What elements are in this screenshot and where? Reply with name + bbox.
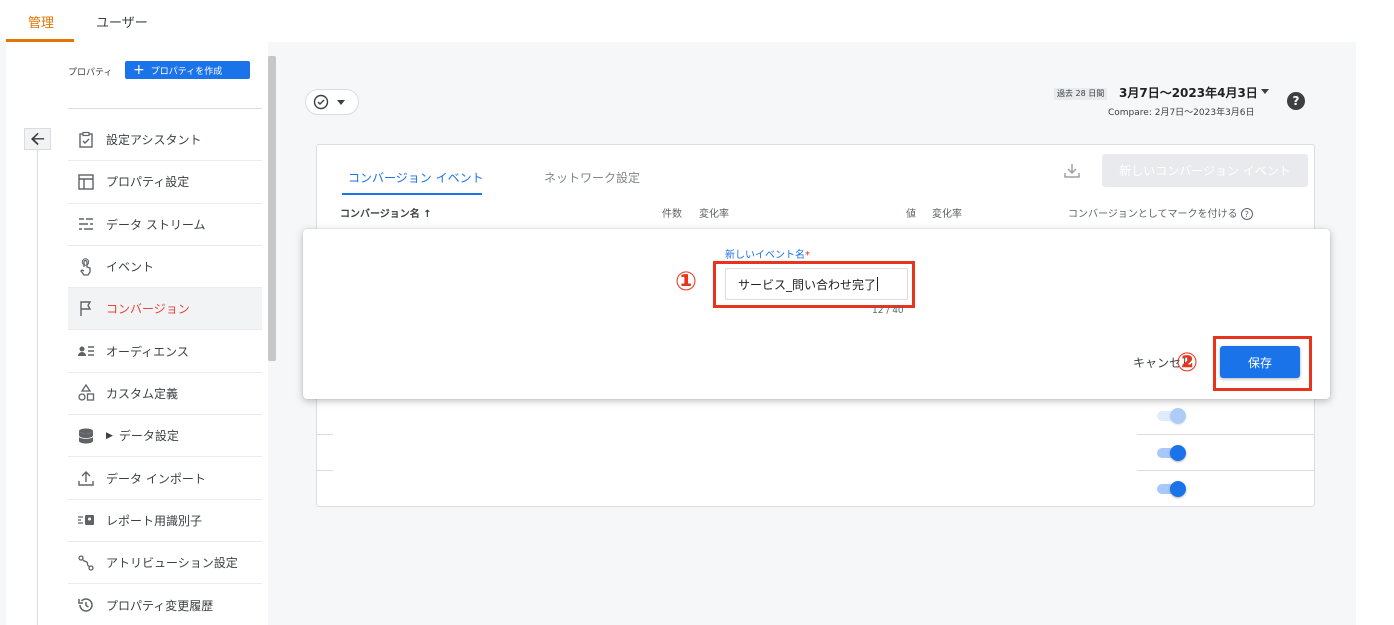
date-range-selector[interactable]: 3月7日～2023年4月3日 xyxy=(1119,84,1258,101)
identity-icon xyxy=(74,511,98,529)
sidebar-item-label: コンバージョン xyxy=(106,302,190,317)
sidebar-item-setup-assistant[interactable]: 設定アシスタント xyxy=(68,119,262,162)
download-icon[interactable] xyxy=(1062,161,1082,181)
conversion-toggle[interactable] xyxy=(1155,408,1187,424)
streams-icon xyxy=(74,215,98,233)
highlight-box-input xyxy=(713,261,915,308)
column-header-mark-as-conversion: コンバージョンとしてマークを付ける ? xyxy=(1068,205,1253,220)
field-label-text: 新しいイベント名 xyxy=(725,250,805,261)
sidebar-item-custom-definitions[interactable]: カスタム定義 xyxy=(68,373,262,416)
sidebar-item-conversions[interactable]: コンバージョン xyxy=(68,288,262,331)
tab-conversion-events[interactable]: コンバージョン イベント xyxy=(348,169,484,186)
sidebar-item-label: データ ストリーム xyxy=(106,217,206,232)
column-header-name[interactable]: コンバージョン名 ↑ xyxy=(340,205,432,220)
sidebar-item-data-import[interactable]: データ インポート xyxy=(68,457,262,500)
row-divider xyxy=(317,434,333,435)
audience-icon xyxy=(74,342,98,360)
conversion-toggle[interactable] xyxy=(1155,481,1187,497)
sidebar-item-change-history[interactable]: プロパティ変更履歴 xyxy=(68,584,262,625)
row-divider xyxy=(1137,434,1315,435)
property-label: プロパティ xyxy=(68,68,113,78)
character-counter: 12 / 40 xyxy=(872,306,904,316)
event-name-field-label: 新しいイベント名* xyxy=(725,246,810,261)
tab-users[interactable]: ユーザー xyxy=(96,12,148,31)
sidebar-item-label: 設定アシスタント xyxy=(106,133,202,148)
sidebar-item-events[interactable]: イベント xyxy=(68,246,262,289)
top-tab-bar: 管理 ユーザー xyxy=(0,0,1394,42)
sidebar-item-label: レポート用識別子 xyxy=(106,513,203,528)
question-icon[interactable]: ? xyxy=(1240,208,1253,220)
step-1-marker: ① xyxy=(675,267,698,297)
required-mark: * xyxy=(805,250,810,261)
flag-icon xyxy=(74,300,98,318)
tab-network-settings[interactable]: ネットワーク設定 xyxy=(544,169,640,186)
sidebar-item-label: プロパティ変更履歴 xyxy=(106,598,214,613)
layout-icon xyxy=(74,173,98,191)
new-conversion-event-button[interactable]: 新しいコンバージョン イベント xyxy=(1102,154,1308,187)
tab-admin[interactable]: 管理 xyxy=(28,12,54,31)
caret-right-icon[interactable]: ▶ xyxy=(106,431,113,441)
attribution-icon xyxy=(74,554,98,572)
highlight-box-save xyxy=(1213,336,1312,391)
plus-icon: + xyxy=(133,62,145,78)
sidebar-item-label: データ インポート xyxy=(106,471,206,486)
column-header-count[interactable]: 件数 xyxy=(662,205,682,220)
row-divider xyxy=(317,470,333,471)
sidebar-item-attribution-settings[interactable]: アトリビューション設定 xyxy=(68,542,262,585)
step-2-marker: ② xyxy=(1176,348,1199,378)
check-circle-icon xyxy=(313,94,329,110)
chevron-down-icon xyxy=(337,99,345,105)
sidebar-item-label: オーディエンス xyxy=(106,344,189,359)
nav-divider xyxy=(68,108,262,109)
clipboard-check-icon xyxy=(74,131,98,149)
comparison-filter-chip[interactable] xyxy=(305,89,359,115)
create-property-label: プロパティを作成 xyxy=(150,66,223,77)
back-button[interactable] xyxy=(24,128,51,150)
sidebar-item-data-streams[interactable]: データ ストリーム xyxy=(68,204,262,246)
help-icon[interactable]: ? xyxy=(1287,92,1305,110)
touch-icon xyxy=(74,257,98,276)
row-divider xyxy=(1137,470,1315,471)
create-property-button[interactable]: + プロパティを作成 xyxy=(125,61,250,79)
date-period-badge: 過去 28 日間 xyxy=(1054,88,1108,100)
sidebar-item-property-settings[interactable]: プロパティ設定 xyxy=(68,161,262,204)
sidebar-item-audiences[interactable]: オーディエンス xyxy=(68,330,262,373)
column-header-change[interactable]: 変化率 xyxy=(699,205,729,220)
sidebar-item-label: プロパティ設定 xyxy=(106,175,190,190)
nav-list: 設定アシスタント プロパティ設定 データ ストリーム イベント コンバージョン … xyxy=(68,119,262,625)
conversion-toggle[interactable] xyxy=(1155,445,1187,461)
sidebar-item-reporting-identity[interactable]: レポート用識別子 xyxy=(68,500,262,542)
column-header-value-change[interactable]: 変化率 xyxy=(932,205,962,220)
sidebar-item-label: イベント xyxy=(106,260,155,275)
mark-as-conversion-label: コンバージョンとしてマークを付ける xyxy=(1068,209,1238,220)
compare-range-text: Compare: 2月7日～2023年3月6日 xyxy=(1108,108,1255,118)
date-dropdown-icon[interactable] xyxy=(1261,89,1269,94)
nav-scrollbar[interactable] xyxy=(268,56,276,361)
arrow-left-icon xyxy=(30,132,44,146)
sidebar-item-data-settings[interactable]: ▶ データ設定 xyxy=(68,415,262,458)
column-header-value[interactable]: 値 xyxy=(906,205,916,220)
shapes-icon xyxy=(74,384,98,402)
sidebar-item-label: データ設定 xyxy=(118,429,179,444)
sidebar-item-label: アトリビューション設定 xyxy=(106,556,238,571)
history-icon xyxy=(74,596,98,614)
right-margin xyxy=(1356,42,1394,625)
nav-tree-line xyxy=(37,150,38,625)
upload-icon xyxy=(74,469,98,487)
database-icon xyxy=(74,427,98,445)
new-event-name-dialog: 新しいイベント名* サービス_問い合わせ完了 12 / 40 ① キャンセル ②… xyxy=(303,229,1330,399)
card-tab-indicator xyxy=(342,193,482,195)
sidebar-item-label: カスタム定義 xyxy=(106,386,179,401)
